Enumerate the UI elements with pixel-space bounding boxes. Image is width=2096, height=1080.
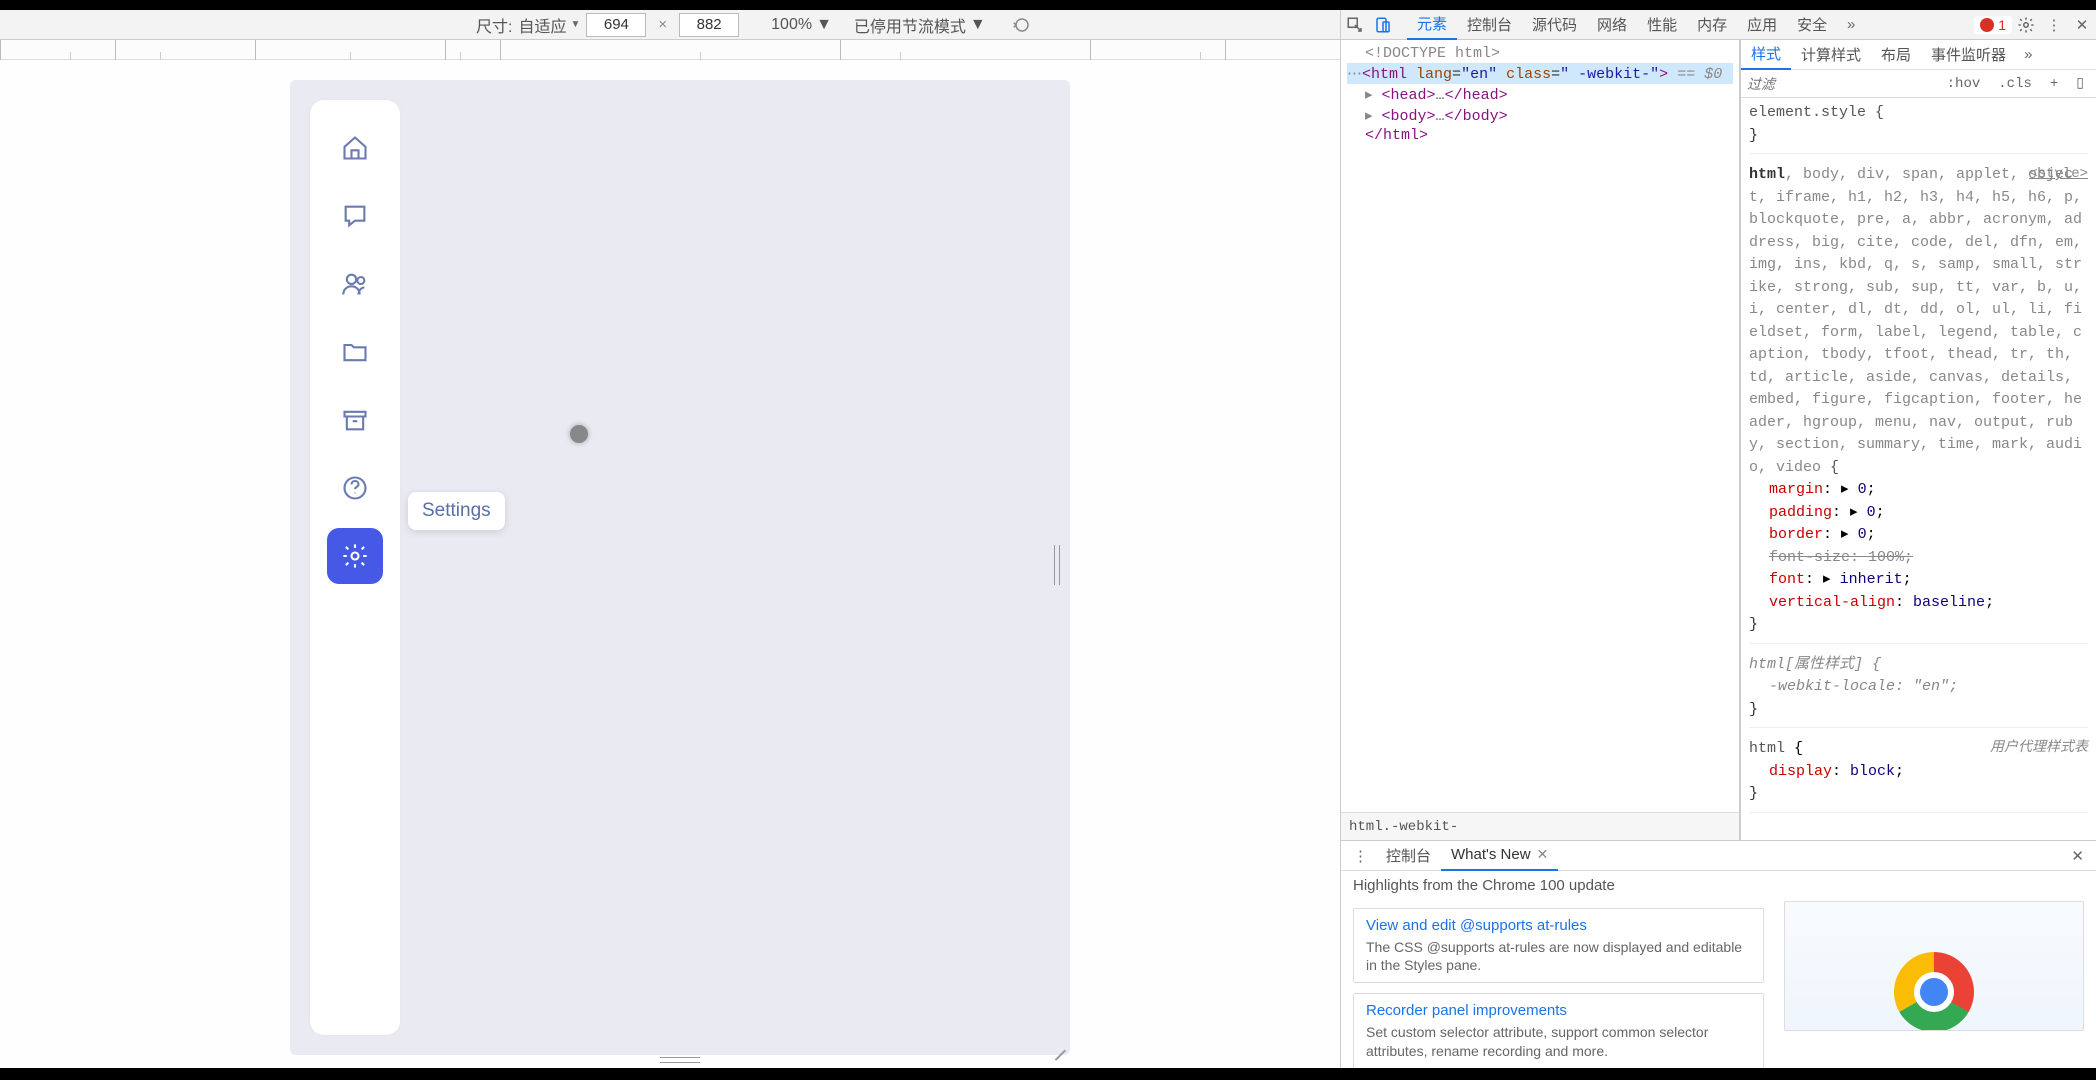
highlights-title: Highlights from the Chrome 100 update [1353, 877, 1764, 894]
chrome-logo-card [1784, 901, 2084, 1031]
resize-handle-corner[interactable] [1052, 1037, 1066, 1051]
tab-sources[interactable]: 源代码 [1522, 10, 1587, 40]
gear-icon[interactable] [2012, 10, 2040, 40]
size-label: 尺寸: [476, 13, 512, 37]
resize-handle-bottom[interactable] [660, 1057, 700, 1063]
ruler [0, 40, 1340, 60]
rule-ua-html[interactable]: 用户代理样式表 html { display: block; } [1749, 738, 2088, 813]
tab-network[interactable]: 网络 [1587, 10, 1637, 40]
add-rule-icon[interactable]: + [2044, 73, 2064, 95]
sidebar-item-help[interactable] [327, 460, 383, 516]
resize-handle-right[interactable] [1054, 545, 1060, 585]
style-src-link[interactable]: <style> [2029, 164, 2088, 185]
tab-layout[interactable]: 布局 [1871, 40, 1921, 70]
dom-body[interactable]: ▸ <body>…</body> [1347, 105, 1733, 126]
sidebar-item-settings[interactable] [327, 528, 383, 584]
device-frame: Settings [290, 80, 1070, 1055]
toggle-sidebar-icon[interactable]: ▯ [2070, 72, 2090, 95]
tab-computed[interactable]: 计算样式 [1791, 40, 1871, 70]
close-devtools-icon[interactable]: ✕ [2068, 10, 2096, 40]
loader-dot [570, 425, 588, 443]
size-mode-select[interactable]: 自适应▼ [518, 13, 580, 37]
inspect-icon[interactable] [1341, 10, 1369, 40]
devtools-menu-icon[interactable]: ⋮ [2040, 10, 2068, 40]
drawer-tab-whatsnew[interactable]: What's New✕ [1441, 841, 1558, 871]
sidebar-tooltip: Settings [408, 492, 505, 530]
tab-security[interactable]: 安全 [1787, 10, 1837, 40]
tab-elements[interactable]: 元素 [1407, 10, 1457, 40]
drawer: ⋮ 控制台 What's New✕ ✕ Highlights from the … [1340, 840, 2096, 1068]
chrome-logo-icon [1894, 952, 1974, 1031]
sidebar-item-home[interactable] [327, 120, 383, 176]
tab-events[interactable]: 事件监听器 [1921, 40, 2016, 70]
rule-element-style[interactable]: element.style {} [1749, 102, 2088, 154]
devtools-tabbar: 元素 控制台 源代码 网络 性能 内存 应用 安全 » 1 ⋮ ✕ [1340, 10, 2096, 40]
dimension-x: × [658, 16, 667, 33]
sidebar-item-folder[interactable] [327, 324, 383, 380]
device-mode-icon[interactable] [1369, 10, 1397, 40]
tab-application[interactable]: 应用 [1737, 10, 1787, 40]
drawer-tab-console[interactable]: 控制台 [1376, 841, 1441, 871]
hov-button[interactable]: :hov [1941, 73, 1987, 95]
whatsnew-card-0[interactable]: View and edit @supports at-rules The CSS… [1353, 908, 1764, 983]
tab-console[interactable]: 控制台 [1457, 10, 1522, 40]
dom-head[interactable]: ▸ <head>…</head> [1347, 84, 1733, 105]
zoom-select[interactable]: 100%▼ [771, 16, 832, 34]
sidebar-item-users[interactable] [327, 256, 383, 312]
elements-panel: <!DOCTYPE html> ⋯<html lang="en" class="… [1340, 40, 1740, 840]
sidebar-item-archive[interactable] [327, 392, 383, 448]
app-sidebar [310, 100, 400, 1035]
close-icon[interactable]: ✕ [1537, 846, 1549, 863]
preview-area: Settings [0, 60, 1340, 1068]
rule-reset[interactable]: <style> html, body, div, span, applet, o… [1749, 164, 2088, 644]
cls-button[interactable]: .cls [1992, 73, 2038, 95]
rule-attr-style[interactable]: html[属性样式] { -webkit-locale: "en"; } [1749, 654, 2088, 729]
styles-filter-input[interactable] [1747, 76, 1935, 92]
sidebar-item-chat[interactable] [327, 188, 383, 244]
tab-styles[interactable]: 样式 [1741, 40, 1791, 70]
drawer-menu-icon[interactable]: ⋮ [1345, 847, 1376, 865]
rotate-icon[interactable] [1012, 15, 1032, 35]
tab-memory[interactable]: 内存 [1687, 10, 1737, 40]
tabs-overflow-icon[interactable]: » [1837, 10, 1865, 40]
whatsnew-card-1[interactable]: Recorder panel improvements Set custom s… [1353, 993, 1764, 1068]
width-input[interactable] [586, 13, 646, 37]
error-badge[interactable]: 1 [1974, 16, 2012, 34]
tab-performance[interactable]: 性能 [1637, 10, 1687, 40]
dom-html-close[interactable]: </html> [1347, 126, 1733, 145]
breadcrumb[interactable]: html.-webkit- [1341, 812, 1739, 840]
throttle-select[interactable]: 已停用节流模式▼ [854, 13, 986, 37]
drawer-close-icon[interactable]: ✕ [2063, 847, 2092, 865]
dom-html-open[interactable]: ⋯<html lang="en" class=" -webkit-"> == $… [1347, 63, 1733, 84]
height-input[interactable] [679, 13, 739, 37]
dom-doctype[interactable]: <!DOCTYPE html> [1347, 44, 1733, 63]
styles-tabs-overflow-icon[interactable]: » [2016, 46, 2040, 63]
ua-label: 用户代理样式表 [1990, 738, 2088, 759]
